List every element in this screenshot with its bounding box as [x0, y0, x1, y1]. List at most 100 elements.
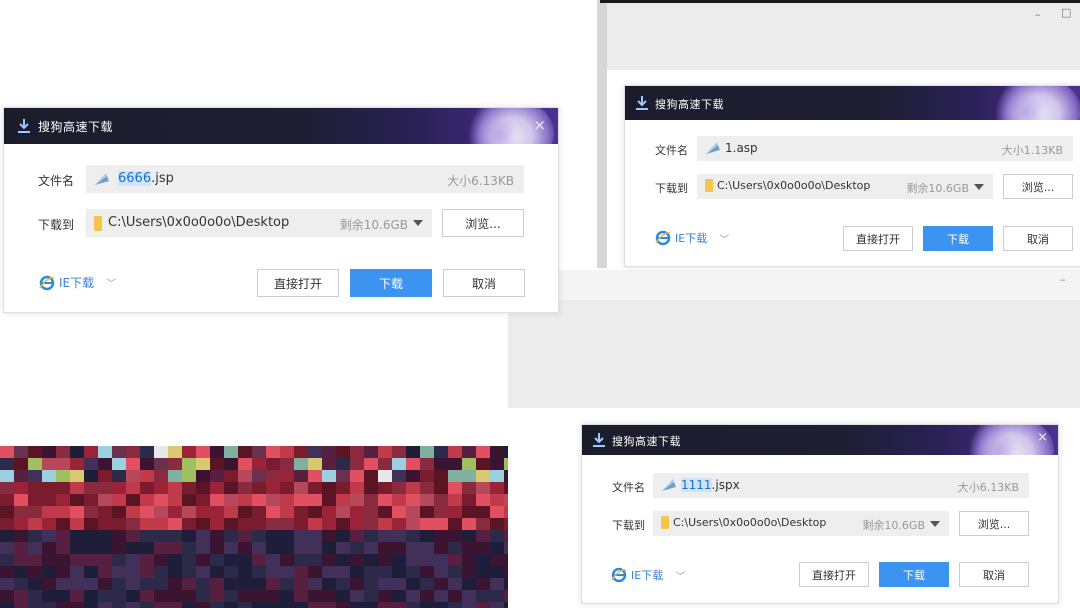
close-icon[interactable]: ×: [533, 116, 546, 134]
browse-button[interactable]: 浏览...: [1003, 174, 1073, 199]
folder-icon: [94, 216, 102, 231]
mosaic-cell: [28, 590, 42, 602]
mosaic-cell: [434, 470, 448, 482]
ie-download-link[interactable]: IE下载 ﹀: [611, 567, 685, 583]
download-button[interactable]: 下载: [923, 226, 993, 251]
mosaic-cell: [0, 458, 14, 470]
mosaic-cell: [196, 470, 210, 482]
mosaic-cell: [56, 602, 70, 608]
file-icon: [662, 479, 676, 491]
mosaic-cell: [434, 458, 448, 470]
mosaic-cell: [70, 542, 84, 554]
mosaic-cell: [350, 530, 364, 542]
mosaic-cell: [168, 518, 182, 530]
mosaic-cell: [182, 458, 196, 470]
mosaic-cell: [196, 458, 210, 470]
mosaic-cell: [504, 446, 508, 458]
ie-download-link[interactable]: IE下载 ﹀: [39, 274, 116, 291]
mosaic-cell: [490, 530, 504, 542]
download-button[interactable]: 下载: [879, 562, 949, 587]
mosaic-cell: [112, 446, 126, 458]
mosaic-cell: [280, 554, 294, 566]
mosaic-cell: [84, 554, 98, 566]
saveto-path-select[interactable]: C:\Users\0x0o0o0o\Desktop 剩余10.6GB: [653, 511, 949, 536]
ie-download-label: IE下载: [59, 276, 95, 290]
mosaic-cell: [112, 470, 126, 482]
mosaic-cell: [196, 482, 210, 494]
mosaic-cell: [448, 554, 462, 566]
mosaic-cell: [504, 470, 508, 482]
chevron-down-icon[interactable]: ﹀: [719, 231, 729, 246]
mosaic-cell: [182, 590, 196, 602]
filename-text[interactable]: 6666.jsp: [118, 171, 174, 186]
filename-field[interactable]: 1.asp 大小1.13KB: [697, 136, 1073, 161]
saveto-path-select[interactable]: C:\Users\0x0o0o0o\Desktop 剩余10.6GB: [86, 209, 432, 237]
mosaic-cell: [350, 506, 364, 518]
chevron-down-icon[interactable]: ﹀: [106, 275, 116, 290]
mosaic-cell: [392, 590, 406, 602]
open-directly-button[interactable]: 直接打开: [799, 562, 869, 587]
mosaic-cell: [280, 578, 294, 590]
mosaic-cell: [0, 542, 14, 554]
mosaic-cell: [308, 482, 322, 494]
chevron-down-icon[interactable]: ﹀: [675, 568, 685, 583]
mosaic-cell: [378, 590, 392, 602]
filename-label: 文件名: [612, 481, 645, 494]
minimize-icon[interactable]: –: [1035, 8, 1041, 21]
filename-text[interactable]: 1111.jspx: [681, 478, 740, 492]
mosaic-cell: [336, 446, 350, 458]
open-directly-button[interactable]: 直接打开: [257, 269, 339, 297]
mosaic-cell: [0, 530, 14, 542]
saveto-path-select[interactable]: C:\Users\0x0o0o0o\Desktop 剩余10.6GB: [697, 174, 993, 199]
mosaic-cell: [336, 530, 350, 542]
close-icon[interactable]: ×: [1037, 430, 1048, 445]
cancel-button[interactable]: 取消: [959, 562, 1029, 587]
maximize-icon[interactable]: □: [1061, 6, 1071, 19]
chevron-down-icon[interactable]: [930, 521, 940, 527]
mosaic-cell: [434, 482, 448, 494]
mosaic-cell: [210, 554, 224, 566]
mosaic-cell: [322, 578, 336, 590]
filename-field[interactable]: 1111.jspx 大小6.13KB: [653, 473, 1029, 498]
mosaic-cell: [308, 542, 322, 554]
cancel-button[interactable]: 取消: [443, 269, 525, 297]
chevron-down-icon[interactable]: [413, 220, 423, 226]
mosaic-cell: [462, 566, 476, 578]
mosaic-cell: [14, 530, 28, 542]
file-size: 大小1.13KB: [1001, 144, 1063, 157]
chevron-down-icon[interactable]: [974, 184, 984, 190]
mosaic-cell: [70, 506, 84, 518]
mosaic-cell: [168, 566, 182, 578]
mosaic-cell: [364, 518, 378, 530]
cancel-button[interactable]: 取消: [1003, 226, 1073, 251]
mosaic-cell: [266, 506, 280, 518]
mosaic-cell: [336, 518, 350, 530]
minimize-icon-second-window[interactable]: –: [1060, 273, 1066, 286]
mosaic-cell: [168, 602, 182, 608]
download-button[interactable]: 下载: [350, 269, 432, 297]
mosaic-cell: [182, 566, 196, 578]
mosaic-cell: [476, 494, 490, 506]
mosaic-cell: [210, 530, 224, 542]
download-dialog-6666: 搜狗高速下载 × 文件名 6666.jsp 大小6.13KB 下载到 C:\Us…: [3, 107, 559, 313]
filename-field[interactable]: 6666.jsp 大小6.13KB: [86, 165, 524, 193]
mosaic-cell: [182, 602, 196, 608]
browse-button[interactable]: 浏览...: [959, 511, 1029, 536]
mosaic-cell: [378, 458, 392, 470]
filename-extension: .jsp: [151, 171, 174, 186]
mosaic-cell: [308, 554, 322, 566]
mosaic-cell: [112, 506, 126, 518]
mosaic-cell: [476, 566, 490, 578]
open-directly-button[interactable]: 直接打开: [843, 226, 913, 251]
mosaic-cell: [322, 506, 336, 518]
ie-download-link[interactable]: IE下载 ﹀: [655, 230, 729, 246]
mosaic-cell: [462, 590, 476, 602]
mosaic-cell: [364, 542, 378, 554]
mosaic-cell: [140, 518, 154, 530]
mosaic-cell: [84, 590, 98, 602]
browse-button[interactable]: 浏览...: [442, 209, 524, 237]
mosaic-cell: [154, 542, 168, 554]
mosaic-cell: [448, 530, 462, 542]
mosaic-cell: [238, 482, 252, 494]
filename-text[interactable]: 1.asp: [725, 141, 758, 155]
